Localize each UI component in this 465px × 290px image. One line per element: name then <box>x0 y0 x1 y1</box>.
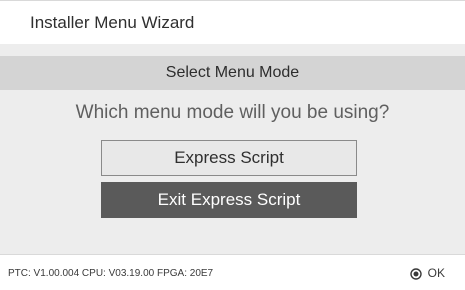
express-script-label: Express Script <box>174 148 284 167</box>
exit-express-script-button[interactable]: Exit Express Script <box>101 182 357 218</box>
express-script-button[interactable]: Express Script <box>101 140 357 176</box>
mode-bar-label: Select Menu Mode <box>165 64 300 81</box>
wizard-panel: Select Menu Mode Which menu mode will yo… <box>0 44 465 254</box>
ok-button[interactable]: OK <box>409 264 445 282</box>
title-bar: Installer Menu Wizard <box>0 0 465 44</box>
installer-window: Installer Menu Wizard Select Menu Mode W… <box>0 0 465 290</box>
mode-bar: Select Menu Mode <box>0 56 465 90</box>
status-bar: PTC: V1.00.004 CPU: V03.19.00 FPGA: 20E7… <box>0 254 465 290</box>
ok-label: OK <box>427 266 445 280</box>
version-info: PTC: V1.00.004 CPU: V03.19.00 FPGA: 20E7 <box>8 268 214 279</box>
ok-circle-icon <box>409 267 422 280</box>
menu-mode-question: Which menu mode will you be using? <box>75 102 390 123</box>
exit-express-script-label: Exit Express Script <box>157 190 301 209</box>
window-title: Installer Menu Wizard <box>30 13 195 32</box>
